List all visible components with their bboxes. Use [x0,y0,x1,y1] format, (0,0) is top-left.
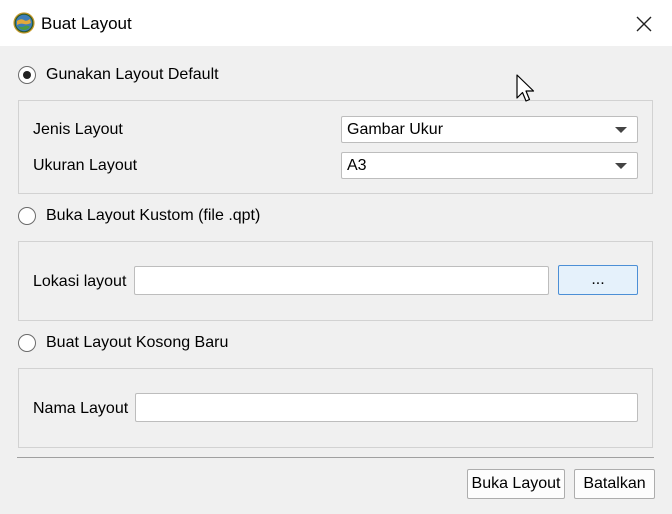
jenis-layout-label: Jenis Layout [33,121,123,138]
nama-layout-input[interactable] [135,393,638,422]
radio-button-unchecked[interactable] [18,334,36,352]
dialog-content: Gunakan Layout Default Jenis Layout Gamb… [0,46,672,514]
jenis-layout-select[interactable]: Gambar Ukur [341,116,638,143]
lokasi-layout-label: Lokasi layout [33,273,127,290]
ukuran-layout-value: A3 [347,157,367,174]
jenis-layout-value: Gambar Ukur [347,121,444,138]
title-bar: Buat Layout [0,0,672,46]
radio-label-default: Gunakan Layout Default [46,66,219,83]
buka-layout-button[interactable]: Buka Layout [467,469,565,499]
nama-layout-label: Nama Layout [33,400,129,417]
radio-button-unchecked[interactable] [18,207,36,225]
ukuran-layout-label: Ukuran Layout [33,157,138,174]
radio-gunakan-layout-default[interactable]: Gunakan Layout Default [18,64,219,86]
mouse-pointer-icon [516,74,535,102]
custom-layout-group: Lokasi layout ... [18,241,653,321]
radio-label-custom: Buka Layout Kustom (file .qpt) [46,207,261,224]
buat-layout-dialog: Buat Layout Gunakan Layout Default Jenis… [0,0,672,514]
ukuran-layout-select[interactable]: A3 [341,152,638,179]
close-button[interactable] [626,9,662,39]
chevron-down-icon [615,163,627,169]
radio-label-blank: Buat Layout Kosong Baru [46,334,229,351]
chevron-down-icon [615,127,627,133]
globe-icon [13,12,35,34]
window-title: Buat Layout [41,14,132,33]
divider [17,457,654,458]
radio-buat-layout-kosong[interactable]: Buat Layout Kosong Baru [18,332,228,354]
lokasi-layout-input[interactable] [134,266,549,295]
close-icon [636,16,652,32]
blank-layout-group: Nama Layout [18,368,653,448]
batalkan-button[interactable]: Batalkan [574,469,655,499]
radio-button-checked[interactable] [18,66,36,84]
radio-buka-layout-kustom[interactable]: Buka Layout Kustom (file .qpt) [18,205,260,227]
browse-button[interactable]: ... [558,265,638,295]
default-layout-group: Jenis Layout Gambar Ukur Ukuran Layout A… [18,100,653,194]
